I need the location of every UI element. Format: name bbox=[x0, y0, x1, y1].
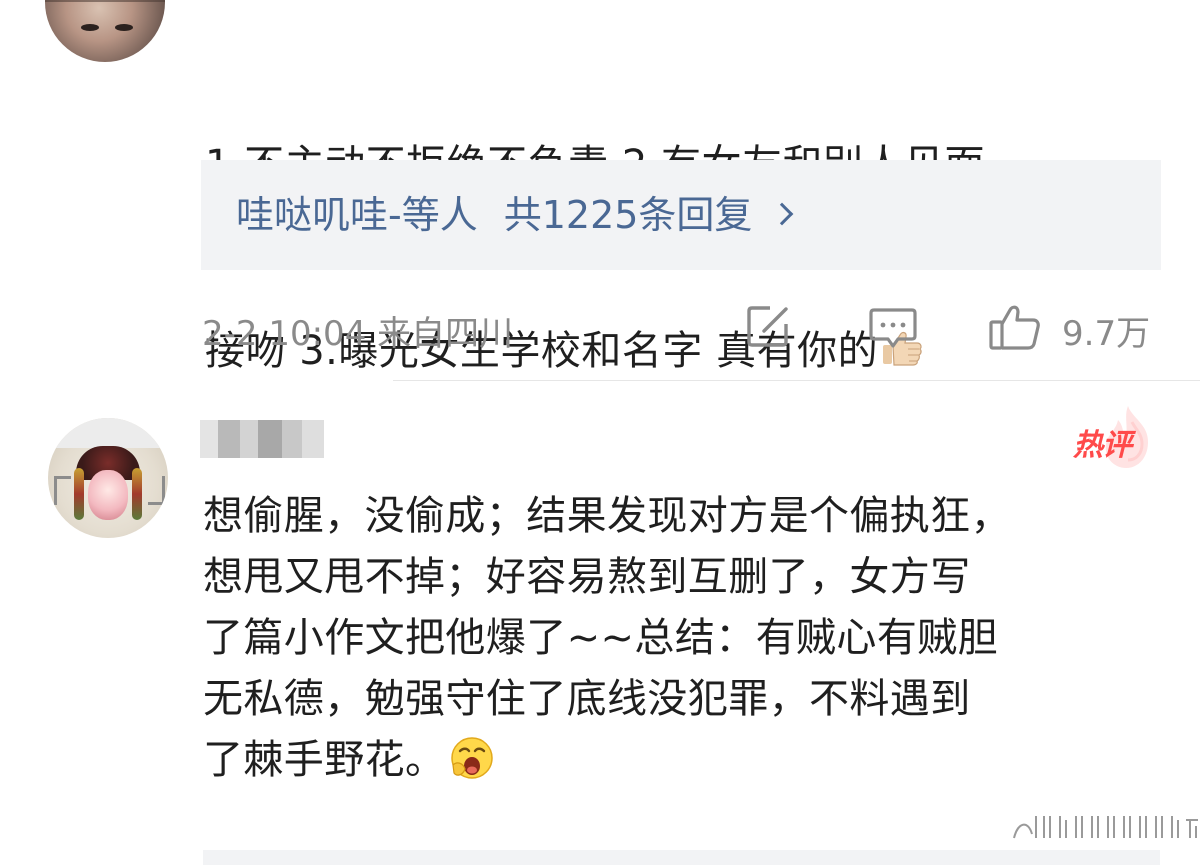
comment-text-line: 无私德，勉强守住了底线没犯罪，不料遇到 bbox=[203, 676, 971, 722]
comment-text-line: 了篇小作文把他爆了~~总结：有贼心有贼胆 bbox=[203, 615, 999, 661]
view-replies-link[interactable]: 哇哒叽哇-等人 共1225条回复 bbox=[236, 190, 794, 240]
comment-meta: 2-2 10:04 来自四川 9.7万 bbox=[202, 300, 1162, 356]
reply-users-label: 哇哒叽哇-等人 bbox=[236, 193, 478, 237]
comment-text-line: 想甩又甩不掉；好容易熬到互删了，女方写 bbox=[203, 554, 971, 600]
avatar[interactable] bbox=[45, 0, 165, 62]
hot-badge-label: 热评 bbox=[1073, 428, 1132, 463]
like-icon[interactable] bbox=[988, 302, 1042, 352]
comment-timestamp: 2-2 10:04 来自四川 bbox=[202, 314, 514, 354]
comment-text-line: 想偷腥，没偷成；结果发现对方是个偏执狂， bbox=[203, 493, 1011, 539]
replies-preview bbox=[203, 850, 1160, 865]
comment-text-line: 了棘手野花。 bbox=[203, 730, 1173, 791]
comment-item: 1.不主动不拒绝不负责 2.有女友和别人见面 接吻 3.曝光女生学校和名字 真有… bbox=[0, 0, 1200, 380]
divider bbox=[393, 380, 1200, 381]
comment-text: 想偷腥，没偷成；结果发现对方是个偏执狂， 想甩又甩不掉；好容易熬到互删了，女方写… bbox=[203, 486, 1173, 791]
comment-icon[interactable] bbox=[868, 302, 918, 352]
replies-preview[interactable]: 哇哒叽哇-等人 共1225条回复 bbox=[201, 160, 1161, 270]
share-icon[interactable] bbox=[744, 302, 792, 350]
avatar[interactable] bbox=[48, 418, 168, 538]
hot-comment-badge: 热评 bbox=[1060, 404, 1156, 470]
chevron-right-icon bbox=[771, 202, 794, 226]
yawn-face-icon bbox=[451, 737, 494, 779]
watermark-icon bbox=[1013, 816, 1198, 839]
like-count: 9.7万 bbox=[1062, 314, 1151, 354]
username-redacted[interactable] bbox=[200, 420, 324, 458]
reply-count-label: 共1225条回复 bbox=[503, 193, 753, 237]
